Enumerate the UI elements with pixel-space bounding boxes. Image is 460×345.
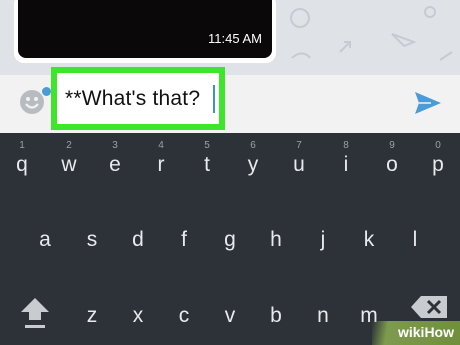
key-label: c bbox=[178, 304, 190, 327]
message-text-value: **What's that? bbox=[65, 87, 201, 110]
key-g[interactable]: g bbox=[209, 216, 251, 260]
image-preview[interactable]: 11:45 AM bbox=[18, 0, 272, 58]
key-hint: 4 bbox=[158, 140, 164, 151]
key-w[interactable]: 2w bbox=[48, 140, 90, 185]
key-k[interactable]: k bbox=[348, 216, 390, 260]
key-hint: 6 bbox=[250, 140, 256, 151]
key-label: f bbox=[181, 228, 187, 251]
key-o[interactable]: 9o bbox=[371, 140, 413, 185]
key-i[interactable]: 8i bbox=[325, 140, 367, 185]
key-u[interactable]: 7u bbox=[278, 140, 320, 185]
key-hint: 0 bbox=[435, 140, 441, 151]
notification-dot bbox=[42, 87, 51, 96]
key-q[interactable]: 1q bbox=[1, 140, 43, 185]
image-message-bubble[interactable]: 11:45 AM bbox=[14, 0, 276, 63]
wikihow-logo-text: wikiHow bbox=[397, 324, 454, 340]
key-label: t bbox=[204, 153, 210, 176]
key-label: x bbox=[132, 304, 144, 327]
key-x[interactable]: x bbox=[117, 292, 159, 336]
text-cursor bbox=[213, 85, 215, 113]
key-label: d bbox=[132, 228, 144, 251]
key-hint: 1 bbox=[19, 140, 25, 151]
soft-keyboard: 1q2w3e4r5t6y7u8i9o0p asdfghjkl zxcvbnm bbox=[0, 133, 460, 345]
key-label: r bbox=[157, 153, 165, 176]
chat-background: 11:45 AM bbox=[0, 0, 460, 75]
key-a[interactable]: a bbox=[24, 216, 66, 260]
key-label: q bbox=[16, 153, 28, 176]
key-label: a bbox=[39, 228, 51, 251]
key-label: u bbox=[293, 153, 305, 176]
key-y[interactable]: 6y bbox=[232, 140, 274, 185]
key-z[interactable]: z bbox=[71, 292, 113, 336]
message-timestamp: 11:45 AM bbox=[208, 31, 262, 46]
key-hint: 7 bbox=[296, 140, 302, 151]
key-c[interactable]: c bbox=[163, 292, 205, 336]
key-label: w bbox=[61, 153, 77, 176]
key-label: z bbox=[86, 304, 98, 327]
key-h[interactable]: h bbox=[255, 216, 297, 260]
shift-arrow-icon[interactable] bbox=[13, 292, 57, 332]
key-label: b bbox=[270, 304, 282, 327]
key-hint: 9 bbox=[389, 140, 395, 151]
wikihow-watermark: wikiHow bbox=[372, 321, 460, 345]
key-s[interactable]: s bbox=[71, 216, 113, 260]
key-label: g bbox=[224, 228, 236, 251]
key-v[interactable]: v bbox=[209, 292, 251, 336]
key-f[interactable]: f bbox=[163, 216, 205, 260]
key-label: p bbox=[432, 153, 444, 176]
key-t[interactable]: 5t bbox=[186, 140, 228, 185]
key-label: y bbox=[247, 153, 259, 176]
key-e[interactable]: 3e bbox=[94, 140, 136, 185]
key-label: h bbox=[270, 228, 282, 251]
key-label: l bbox=[412, 228, 418, 251]
key-n[interactable]: n bbox=[302, 292, 344, 336]
key-hint: 8 bbox=[343, 140, 349, 151]
key-hint: 5 bbox=[204, 140, 210, 151]
key-label: s bbox=[86, 228, 98, 251]
key-label: v bbox=[224, 304, 236, 327]
key-label: k bbox=[363, 228, 375, 251]
key-b[interactable]: b bbox=[255, 292, 297, 336]
paper-plane-send-icon[interactable] bbox=[413, 90, 443, 116]
key-label: o bbox=[386, 153, 398, 176]
key-d[interactable]: d bbox=[117, 216, 159, 260]
key-hint: 2 bbox=[66, 140, 72, 151]
key-label: j bbox=[320, 228, 326, 251]
key-j[interactable]: j bbox=[302, 216, 344, 260]
key-r[interactable]: 4r bbox=[140, 140, 182, 185]
key-label: e bbox=[109, 153, 121, 176]
key-hint: 3 bbox=[112, 140, 118, 151]
key-p[interactable]: 0p bbox=[417, 140, 459, 185]
key-label: i bbox=[343, 153, 349, 176]
key-label: n bbox=[317, 304, 329, 327]
key-l[interactable]: l bbox=[394, 216, 436, 260]
message-text-field[interactable]: **What's that? bbox=[51, 67, 225, 130]
